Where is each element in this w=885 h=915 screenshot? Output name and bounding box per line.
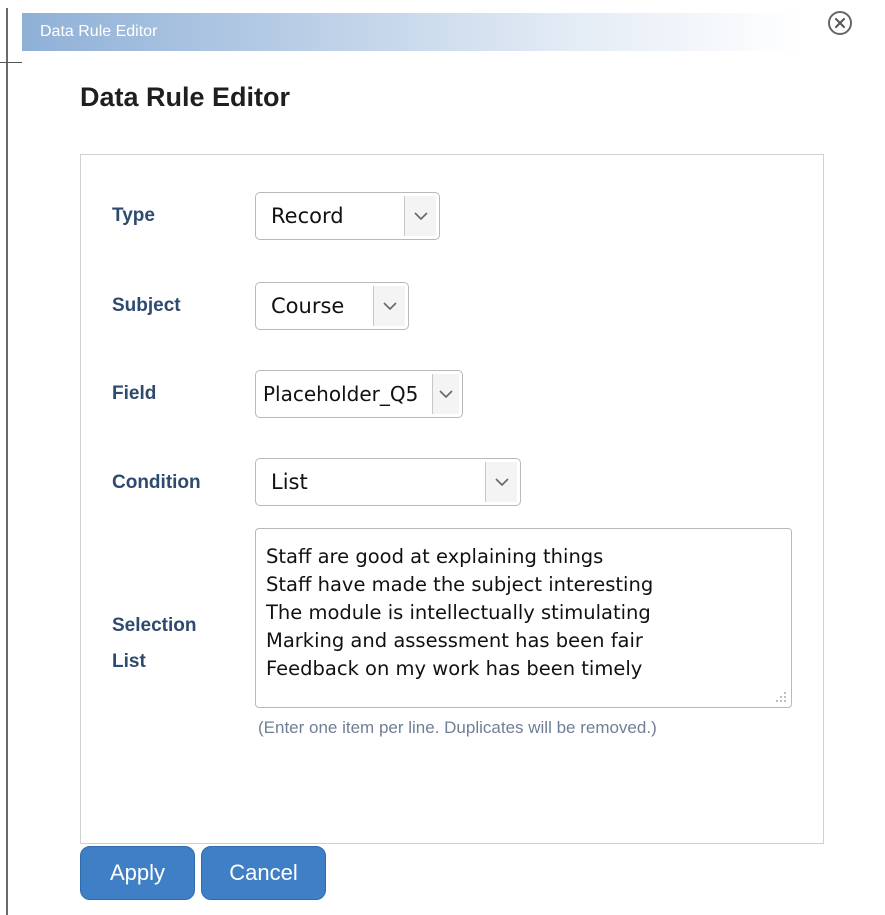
cancel-button[interactable]: Cancel xyxy=(201,846,326,900)
chevron-down-icon xyxy=(373,286,405,326)
selection-list-hint: (Enter one item per line. Duplicates wil… xyxy=(258,718,657,737)
window-left-border xyxy=(6,8,8,915)
selection-list-item: Marking and assessment has been fair xyxy=(266,629,643,652)
type-select[interactable]: Record xyxy=(255,192,440,240)
selection-list-textarea[interactable]: Staff are good at explaining things Staf… xyxy=(255,528,792,708)
chevron-down-icon xyxy=(485,462,517,502)
condition-label: Condition xyxy=(112,472,201,493)
subject-select[interactable]: Course xyxy=(255,282,409,330)
dialog-titlebar[interactable]: Data Rule Editor xyxy=(22,13,802,51)
selection-list-label: Selection List xyxy=(112,608,196,680)
apply-button[interactable]: Apply xyxy=(80,846,195,900)
type-select-value: Record xyxy=(271,204,344,228)
subject-label: Subject xyxy=(112,295,181,316)
close-icon[interactable] xyxy=(828,11,852,35)
field-select[interactable]: Placeholder_Q5 xyxy=(255,370,463,418)
field-select-value: Placeholder_Q5 xyxy=(263,382,419,406)
condition-select[interactable]: List xyxy=(255,458,521,506)
chevron-down-icon xyxy=(404,196,436,236)
selection-list-label-line2: List xyxy=(112,651,146,672)
chevron-down-icon xyxy=(432,374,459,414)
selection-list-item: Staff are good at explaining things xyxy=(266,545,604,568)
selection-list-item: Staff have made the subject interesting xyxy=(266,573,654,596)
dialog-titlebar-text: Data Rule Editor xyxy=(40,23,158,40)
resize-grip-icon[interactable] xyxy=(775,691,787,703)
window-border-tick xyxy=(0,62,22,63)
subject-select-value: Course xyxy=(271,294,345,318)
type-label: Type xyxy=(112,205,155,226)
selection-list-item: Feedback on my work has been timely xyxy=(266,657,643,680)
page-title: Data Rule Editor xyxy=(80,82,291,112)
field-label: Field xyxy=(112,383,157,404)
condition-select-value: List xyxy=(271,470,308,494)
selection-list-item: The module is intellectually stimulating xyxy=(266,601,651,624)
selection-list-label-line1: Selection xyxy=(112,615,197,636)
